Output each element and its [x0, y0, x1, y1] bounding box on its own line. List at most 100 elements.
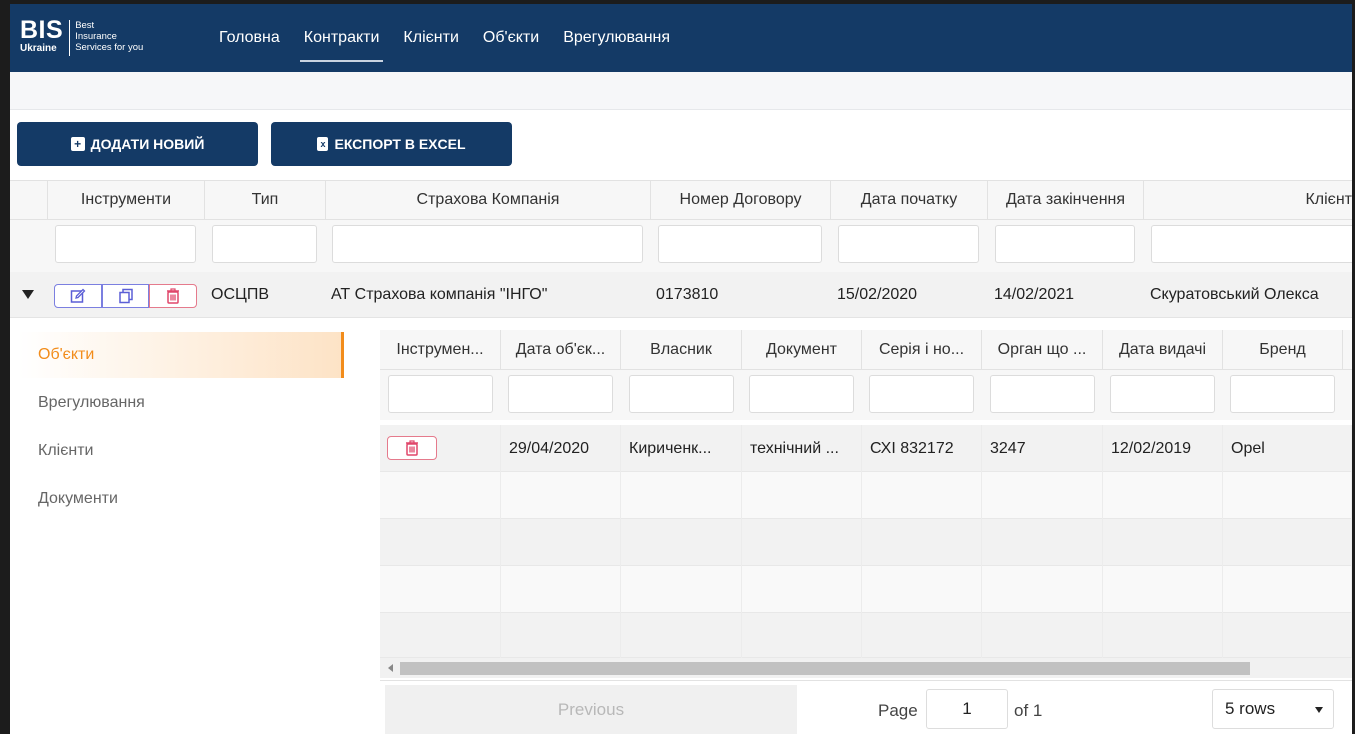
column-header-contract-number[interactable]: Номер Договору	[651, 181, 831, 219]
column-header-issuing-authority[interactable]: Орган що ...	[982, 330, 1103, 370]
trash-icon	[406, 440, 418, 456]
logo-tagline: Best Insurance Services for you	[75, 20, 144, 53]
nav-contracts[interactable]: Контракти	[292, 4, 392, 72]
page-number-input[interactable]: 1	[926, 689, 1008, 729]
objects-subtable: Інструмен... Дата об'єк... Власник Докум…	[380, 330, 1352, 734]
filter-client-input[interactable]	[1151, 225, 1352, 263]
cell-start-date: 15/02/2020	[837, 286, 918, 303]
filter-tools-input[interactable]	[55, 225, 196, 263]
column-header-end-date[interactable]: Дата закінчення	[988, 181, 1144, 219]
tab-documents[interactable]: Документи	[18, 476, 344, 522]
filter-issue-date-input[interactable]	[1110, 375, 1215, 413]
logo-text: BIS	[20, 16, 64, 44]
table-row[interactable]: 29/04/2020 Кириченк... технічний ... СХІ…	[380, 425, 1352, 472]
filter-brand-input[interactable]	[1230, 375, 1335, 413]
filter-document-input[interactable]	[749, 375, 854, 413]
column-header-brand[interactable]: Бренд	[1223, 330, 1343, 370]
column-header-tools[interactable]: Інструмен...	[380, 330, 501, 370]
copy-icon	[118, 288, 133, 304]
expander-column-header	[10, 181, 48, 219]
cell-company: АТ Страхова компанія "ІНГО"	[331, 286, 548, 303]
sub-header-bar	[10, 72, 1352, 110]
scroll-left-arrow-icon[interactable]	[388, 664, 393, 672]
plus-square-icon: +	[70, 137, 85, 151]
filter-end-date-input[interactable]	[995, 225, 1135, 263]
nav-clients[interactable]: Клієнти	[391, 4, 470, 72]
empty-row	[380, 613, 1352, 660]
filter-tools-input[interactable]	[388, 375, 493, 413]
filter-series-input[interactable]	[869, 375, 974, 413]
column-header-series-number[interactable]: Серія і но...	[862, 330, 982, 370]
nav-home[interactable]: Головна	[207, 4, 292, 72]
export-excel-label: ЕКСПОРТ В EXCEL	[334, 136, 466, 152]
delete-button[interactable]	[149, 284, 198, 308]
bis-logo[interactable]: BIS Ukraine Best Insurance Services for …	[20, 18, 143, 60]
column-header-issue-date[interactable]: Дата видачі	[1103, 330, 1223, 370]
table-row[interactable]: ОСЦПВ АТ Страхова компанія "ІНГО" 017381…	[10, 272, 1352, 318]
column-header-tools[interactable]: Інструменти	[48, 181, 205, 219]
app-window: BIS Ukraine Best Insurance Services for …	[10, 4, 1352, 734]
rows-per-page-select[interactable]: 5 rows	[1212, 689, 1334, 729]
page-total: of 1	[1014, 701, 1043, 720]
filter-object-date-input[interactable]	[508, 375, 613, 413]
rows-per-page-value: 5 rows	[1225, 699, 1276, 718]
logo-country: Ukraine	[20, 43, 57, 54]
nav-objects[interactable]: Об'єкти	[471, 4, 551, 72]
cell-object-date: 29/04/2020	[501, 425, 621, 472]
excel-file-icon: x	[317, 137, 329, 151]
main-nav: Головна Контракти Клієнти Об'єкти Врегул…	[207, 4, 682, 72]
empty-row	[380, 472, 1352, 519]
cell-type: ОСЦПВ	[211, 286, 270, 303]
previous-button[interactable]: Previous	[385, 685, 797, 734]
cell-end-date: 14/02/2021	[994, 286, 1075, 303]
cell-issuing-authority: 3247	[982, 425, 1103, 472]
column-header-client[interactable]: Клієнт	[1144, 181, 1352, 219]
filter-owner-input[interactable]	[629, 375, 734, 413]
cell-issue-date: 12/02/2019	[1103, 425, 1223, 472]
filter-contract-number-input[interactable]	[658, 225, 822, 263]
horizontal-scrollbar[interactable]	[380, 658, 1352, 678]
dropdown-arrow-icon	[1315, 707, 1323, 713]
filter-start-date-input[interactable]	[838, 225, 979, 263]
column-header-company[interactable]: Страхова Компанія	[326, 181, 651, 219]
objects-table-header: Інструмен... Дата об'єк... Власник Докум…	[380, 330, 1352, 370]
delete-object-button[interactable]	[387, 436, 437, 460]
tab-objects[interactable]: Об'єкти	[18, 332, 344, 378]
trash-icon	[167, 288, 180, 304]
copy-button[interactable]	[101, 284, 150, 308]
column-header-document[interactable]: Документ	[742, 330, 862, 370]
add-new-label: ДОДАТИ НОВИЙ	[90, 136, 205, 152]
tab-settlements[interactable]: Врегулювання	[18, 380, 344, 426]
column-header-owner[interactable]: Власник	[621, 330, 742, 370]
cell-client: Скуратовський Олекса	[1150, 286, 1319, 303]
top-navbar: BIS Ukraine Best Insurance Services for …	[10, 4, 1352, 72]
cell-brand: Opel	[1223, 425, 1352, 472]
empty-row	[380, 566, 1352, 613]
column-header-type[interactable]: Тип	[205, 181, 326, 219]
nav-settlements[interactable]: Врегулювання	[551, 4, 682, 72]
scrollbar-thumb[interactable]	[400, 662, 1250, 675]
pagination: Previous Page 1 of 1 5 rows	[380, 680, 1352, 734]
add-new-button[interactable]: + ДОДАТИ НОВИЙ	[17, 122, 258, 166]
contracts-filter-row	[10, 220, 1352, 272]
cell-owner: Кириченк...	[621, 425, 742, 472]
objects-filter-row	[380, 370, 1352, 420]
row-collapse-caret-icon[interactable]	[22, 290, 34, 299]
edit-icon	[70, 288, 86, 303]
page-label: Page	[878, 701, 918, 720]
export-excel-button[interactable]: x ЕКСПОРТ В EXCEL	[271, 122, 512, 166]
cell-series-number: СХІ 832172	[862, 425, 982, 472]
tab-clients[interactable]: Клієнти	[18, 428, 344, 474]
logo-divider	[69, 20, 71, 56]
filter-company-input[interactable]	[332, 225, 643, 263]
row-tools	[54, 284, 198, 308]
column-header-start-date[interactable]: Дата початку	[831, 181, 988, 219]
contracts-table-header: Інструменти Тип Страхова Компанія Номер …	[10, 180, 1352, 220]
filter-type-input[interactable]	[212, 225, 317, 263]
edit-button[interactable]	[54, 284, 102, 308]
column-header-object-date[interactable]: Дата об'єк...	[501, 330, 621, 370]
filter-authority-input[interactable]	[990, 375, 1095, 413]
cell-contract-number: 0173810	[656, 286, 719, 303]
empty-row	[380, 519, 1352, 566]
cell-document: технічний ...	[742, 425, 862, 472]
